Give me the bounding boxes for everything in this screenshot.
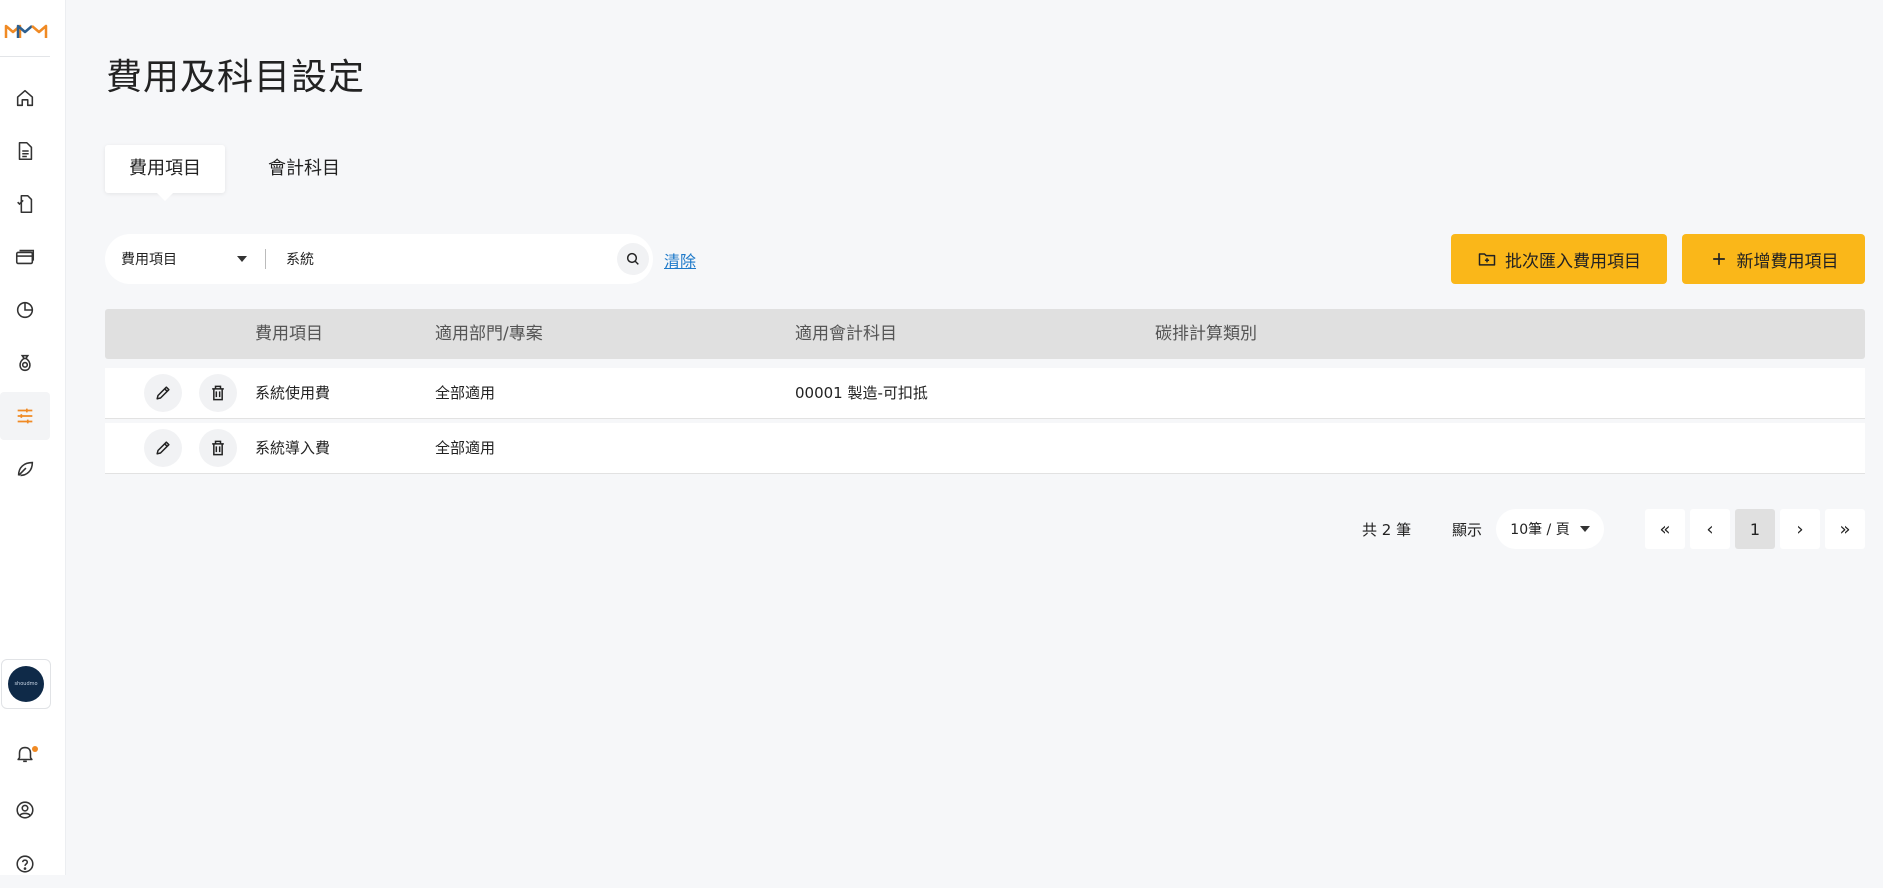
filter-field-value: 費用項目 <box>121 252 177 268</box>
last-page-button[interactable]: » <box>1825 509 1865 549</box>
card-icon[interactable] <box>0 233 50 281</box>
filter-field-select[interactable]: 費用項目 <box>105 249 265 269</box>
page-size-value: 10筆 / 頁 <box>1510 522 1570 538</box>
department-scope: 全部適用 <box>435 384 496 402</box>
table-row: 系統導入費 全部適用 <box>105 423 1865 474</box>
filter-bar: 費用項目 <box>105 234 653 284</box>
search-icon <box>626 252 639 265</box>
table-header: 費用項目 適用部門/專案 適用會計科目 碳排計算類別 <box>105 309 1865 359</box>
add-expense-item-button[interactable]: 新增費用項目 <box>1682 234 1865 284</box>
expense-item-name: 系統使用費 <box>255 384 331 402</box>
page-size-label: 顯示 <box>1452 521 1483 539</box>
next-page-button[interactable]: › <box>1780 509 1820 549</box>
org-avatar-button[interactable]: shoudmo <box>1 659 51 709</box>
trash-icon <box>212 440 224 456</box>
edit-button[interactable] <box>144 374 182 412</box>
notification-dot <box>32 746 38 752</box>
department-scope: 全部適用 <box>435 439 496 457</box>
approval-document-icon[interactable] <box>0 180 50 228</box>
money-bag-icon[interactable] <box>0 339 50 387</box>
pencil-icon <box>156 441 170 455</box>
page-number-current[interactable]: 1 <box>1735 509 1775 549</box>
avatar: shoudmo <box>8 666 44 702</box>
pencil-icon <box>156 386 170 400</box>
total-count: 共 2 筆 <box>1362 521 1412 539</box>
sidebar: shoudmo <box>0 0 66 875</box>
delete-button[interactable] <box>199 429 237 467</box>
tab-accounting-subjects[interactable]: 會計科目 <box>244 145 364 193</box>
column-header: 費用項目 <box>255 324 323 344</box>
search-input[interactable] <box>266 250 617 268</box>
folder-add-icon <box>1478 253 1496 266</box>
logo[interactable] <box>4 18 48 44</box>
caret-down-icon <box>237 256 247 262</box>
caret-down-icon <box>1579 526 1590 532</box>
prev-page-button[interactable]: ‹ <box>1690 509 1730 549</box>
edit-button[interactable] <box>144 429 182 467</box>
settings-sliders-icon[interactable] <box>0 392 50 440</box>
home-icon[interactable] <box>0 74 50 122</box>
leaf-icon[interactable] <box>0 445 50 493</box>
bell-icon[interactable] <box>0 730 50 778</box>
batch-import-label: 批次匯入費用項目 <box>1505 251 1641 272</box>
tab-expense-items[interactable]: 費用項目 <box>105 145 225 201</box>
delete-button[interactable] <box>199 374 237 412</box>
search-button[interactable] <box>617 243 649 275</box>
sidebar-divider <box>0 56 50 57</box>
first-page-button[interactable]: « <box>1645 509 1685 549</box>
plus-icon <box>1712 253 1725 265</box>
expense-item-name: 系統導入費 <box>255 439 331 457</box>
table-row: 系統使用費 全部適用 00001 製造-可扣抵 <box>105 368 1865 419</box>
document-icon[interactable] <box>0 127 50 175</box>
column-header: 適用部門/專案 <box>435 324 543 344</box>
column-header: 適用會計科目 <box>795 324 897 344</box>
column-header: 碳排計算類別 <box>1155 324 1257 344</box>
user-circle-icon[interactable] <box>0 786 50 834</box>
help-icon[interactable] <box>0 840 50 888</box>
add-expense-item-label: 新增費用項目 <box>1736 251 1839 272</box>
clear-filter-link[interactable]: 清除 <box>664 248 696 272</box>
page-title: 費用及科目設定 <box>106 57 366 98</box>
trash-icon <box>212 385 224 401</box>
batch-import-button[interactable]: 批次匯入費用項目 <box>1451 234 1667 284</box>
page-size-select[interactable]: 10筆 / 頁 <box>1496 509 1604 549</box>
accounting-subject: 00001 製造-可扣抵 <box>795 384 928 402</box>
pie-chart-icon[interactable] <box>0 286 50 334</box>
